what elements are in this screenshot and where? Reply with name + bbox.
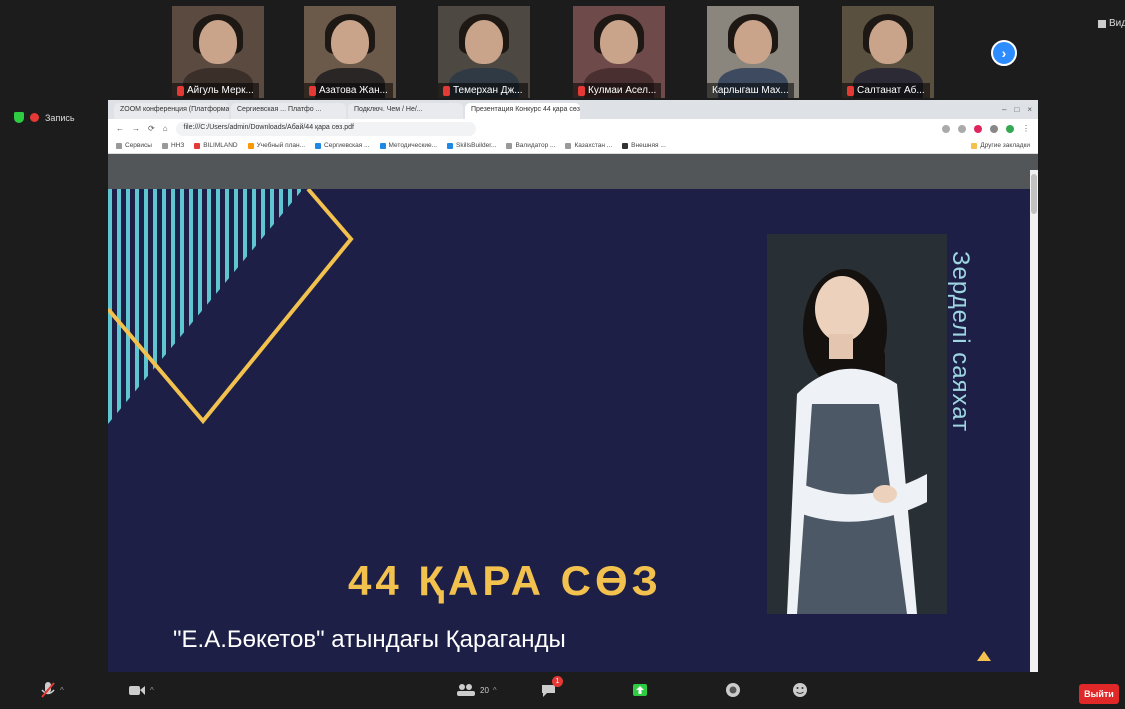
view-label: Вид — [1109, 18, 1125, 29]
next-participants-button[interactable]: › — [991, 40, 1017, 66]
presentation-slide: Зерделі саяхат 44 ҚАРА СӨЗ "Е.А.Бөкетов"… — [108, 189, 1030, 672]
end-meeting-button[interactable]: Выйти — [1079, 684, 1119, 704]
reactions-icon — [793, 683, 807, 697]
participant-tile[interactable]: Азатова Жан... — [304, 6, 396, 98]
participant-tile[interactable]: Салтанат Аб... — [842, 6, 934, 98]
browser-tab[interactable]: ZOOM конференция (Платформа ...) — [114, 103, 229, 119]
mic-muted-icon — [847, 85, 854, 96]
home-icon[interactable]: ⌂ — [163, 124, 168, 133]
slide-title: 44 ҚАРА СӨЗ — [348, 557, 662, 604]
participants-icon — [457, 684, 475, 696]
participants-count: 20 — [480, 685, 489, 695]
chevron-up-icon[interactable]: ^ — [60, 686, 64, 695]
share-screen-button[interactable] — [632, 680, 648, 700]
participant-tile[interactable]: Кулмаи Асел... — [573, 6, 665, 98]
browser-tab[interactable]: Подключ. Чем / Не/... — [348, 103, 463, 119]
participant-tile[interactable]: Карлыгаш Мах... — [707, 6, 799, 98]
decorative-stripes — [108, 189, 354, 425]
mic-muted-icon — [578, 85, 585, 96]
scrollbar-thumb[interactable] — [1031, 174, 1037, 214]
star-icon[interactable] — [958, 124, 966, 133]
bookmark-item[interactable]: Внешняя ... — [622, 142, 666, 149]
profile-icon[interactable] — [1006, 124, 1014, 133]
chevron-up-icon[interactable]: ^ — [493, 686, 497, 695]
video-camera-icon — [129, 686, 145, 695]
participant-name: Салтанат Аб... — [842, 83, 930, 98]
extension-icon[interactable] — [974, 124, 982, 133]
browser-toolbar: ← → ⟳ ⌂ file:///C:/Users/admin/Downloads… — [108, 119, 1038, 138]
shared-screen-browser: ZOOM конференция (Платформа ...) Сергиев… — [108, 100, 1038, 672]
bookmark-item[interactable]: Валидатор ... — [506, 142, 555, 149]
meeting-toolbar: ^ ^ 20 ^ 1 — [0, 672, 1125, 709]
bookmark-item[interactable]: Казахстан ... — [565, 142, 612, 149]
bookmark-item[interactable]: Сервисы — [116, 142, 152, 149]
decorative-triangle — [977, 651, 991, 661]
slide-vertical-title: Зерделі саяхат — [947, 251, 974, 433]
mic-muted-icon — [443, 85, 450, 96]
browser-tab-active[interactable]: Презентация Конкурс 44 қара сөз... — [465, 103, 580, 119]
pdf-viewer-toolbar — [108, 154, 1038, 189]
recording-indicator: Запись — [14, 112, 75, 123]
view-button[interactable]: Вид — [1098, 18, 1125, 29]
chat-button[interactable]: 1 — [540, 676, 563, 700]
page-scrollbar[interactable] — [1030, 170, 1038, 672]
participant-name: Темерхан Дж... — [438, 83, 528, 98]
mute-button[interactable]: ^ — [40, 680, 64, 700]
chat-badge: 1 — [552, 676, 563, 687]
bookmark-item[interactable]: SkillsBuilder... — [447, 142, 496, 149]
chevron-up-icon[interactable]: ^ — [150, 686, 154, 695]
bookmarks-bar: Сервисы ННЗ BILIMLAND Учебный план... Се… — [108, 138, 1038, 154]
participant-name: Айгуль Мерк... — [172, 83, 259, 98]
close-icon[interactable]: × — [1027, 105, 1032, 114]
other-bookmarks[interactable]: Другие закладки — [971, 142, 1030, 149]
browser-tab-strip: ZOOM конференция (Платформа ...) Сергиев… — [108, 100, 1038, 119]
share-screen-icon — [633, 684, 647, 696]
participant-tile[interactable]: Айгуль Мерк... — [172, 6, 264, 98]
address-bar[interactable]: file:///C:/Users/admin/Downloads/Абай/44… — [175, 121, 476, 136]
bookmark-item[interactable]: Методические... — [379, 142, 437, 149]
bookmark-item[interactable]: Сергиевская ... — [315, 142, 370, 149]
extension-icons: ⋮ — [942, 124, 1030, 133]
grid-view-icon — [1098, 19, 1106, 28]
zoom-window: Айгуль Мерк... Азатова Жан... Темерхан Д… — [0, 0, 1125, 709]
slide-subtitle: "Е.А.Бөкетов" атындағы Қараганды — [173, 626, 566, 653]
zoom-icon[interactable] — [942, 124, 950, 133]
recording-label: Запись — [45, 112, 75, 123]
encryption-shield-icon — [14, 112, 24, 123]
menu-icon[interactable]: ⋮ — [1022, 124, 1030, 133]
minimize-icon[interactable]: – — [1002, 105, 1006, 114]
browser-tab[interactable]: Сергиевская ... Платфо ... — [231, 103, 346, 119]
record-icon — [726, 683, 740, 697]
bookmark-item[interactable]: BILIMLAND — [194, 142, 238, 149]
video-button[interactable]: ^ — [128, 680, 154, 700]
record-dot-icon — [30, 113, 39, 122]
portrait-photo — [767, 234, 947, 614]
reload-icon[interactable]: ⟳ — [148, 124, 155, 133]
mic-muted-icon — [41, 682, 55, 698]
participants-button[interactable]: 20 ^ — [456, 680, 497, 700]
extension-icon[interactable] — [990, 124, 998, 133]
back-icon[interactable]: ← — [116, 124, 124, 133]
bookmark-item[interactable]: ННЗ — [161, 142, 184, 149]
participant-tile[interactable]: Темерхан Дж... — [438, 6, 530, 98]
window-controls: – □ × — [1002, 105, 1032, 114]
participant-name: Кулмаи Асел... — [573, 83, 662, 98]
mic-muted-icon — [309, 85, 316, 96]
reactions-button[interactable] — [792, 680, 808, 700]
maximize-icon[interactable]: □ — [1014, 105, 1019, 114]
record-button[interactable] — [725, 680, 741, 700]
participant-name: Карлыгаш Мах... — [707, 83, 794, 98]
forward-icon[interactable]: → — [132, 124, 140, 133]
mic-muted-icon — [177, 85, 184, 96]
participant-name: Азатова Жан... — [304, 83, 393, 98]
bookmark-item[interactable]: Учебный план... — [247, 142, 305, 149]
